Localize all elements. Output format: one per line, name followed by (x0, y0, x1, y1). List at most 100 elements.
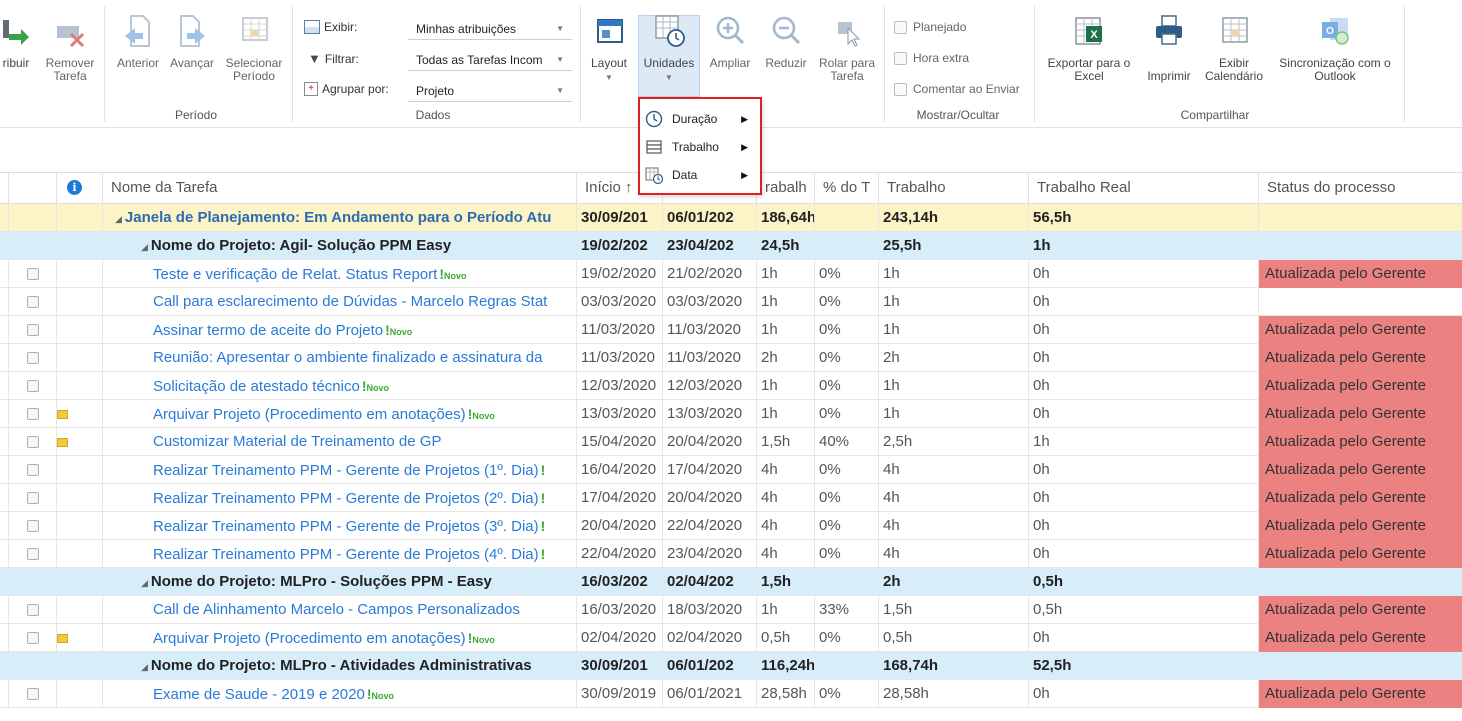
cell-percent (814, 232, 878, 260)
header-work-short[interactable]: rabalh (756, 173, 814, 205)
remove-task-icon (57, 26, 85, 48)
scroll-to-task-button[interactable]: Rolar para Tarefa (814, 12, 880, 83)
cell-actual-work: 0h (1028, 316, 1258, 344)
cell-percent: 0% (814, 512, 878, 540)
header-work[interactable]: Trabalho (878, 173, 1028, 205)
header-task-name[interactable]: Nome da Tarefa (102, 173, 576, 205)
row-checkbox[interactable] (27, 324, 39, 336)
row-checkbox[interactable] (27, 268, 39, 280)
header-process-status[interactable]: Status do processo (1258, 173, 1462, 205)
export-excel-button[interactable]: X Exportar para o Excel (1038, 12, 1140, 83)
cell-task-name[interactable]: Realizar Treinamento PPM - Gerente de Pr… (102, 540, 576, 568)
print-button[interactable]: Imprimir (1140, 12, 1198, 83)
header-actual-work[interactable]: Trabalho Real (1028, 173, 1258, 205)
units-button[interactable]: Unidades ▼ (638, 12, 700, 84)
row-checkbox[interactable] (27, 492, 39, 504)
table-row[interactable]: Assinar termo de aceite do Projeto !Novo 1… (0, 316, 1462, 344)
row-checkbox[interactable] (27, 520, 39, 532)
row-checkbox[interactable] (27, 464, 39, 476)
table-row[interactable]: Arquivar Projeto (Procedimento em anotaç… (0, 624, 1462, 652)
menu-item-duracao[interactable]: Duração ▶ (640, 105, 760, 133)
header-info[interactable]: i (56, 173, 102, 205)
header-select[interactable] (8, 173, 56, 205)
group-row[interactable]: ◢ Nome do Projeto: MLPro - Atividades Adm… (0, 652, 1462, 680)
row-checkbox[interactable] (27, 380, 39, 392)
table-row[interactable]: Realizar Treinamento PPM - Gerente de Pr… (0, 456, 1462, 484)
row-checkbox[interactable] (27, 548, 39, 560)
row-checkbox[interactable] (27, 436, 39, 448)
table-row[interactable]: Realizar Treinamento PPM - Gerente de Pr… (0, 540, 1462, 568)
cell-process-status (1258, 288, 1462, 316)
row-checkbox[interactable] (27, 604, 39, 616)
cell-task-name[interactable]: Call para esclarecimento de Dúvidas - Ma… (102, 288, 576, 316)
group-by-dropdown[interactable]: Projeto ▼ (408, 80, 572, 102)
table-row[interactable]: Teste e verificação de Relat. Status Rep… (0, 260, 1462, 288)
cell-task-name[interactable]: Arquivar Projeto (Procedimento em anotaç… (102, 624, 576, 652)
units-icon (655, 15, 685, 47)
zoom-in-button[interactable]: Ampliar (702, 12, 758, 70)
overtime-checkbox[interactable]: Hora extra (894, 51, 969, 65)
note-icon[interactable] (57, 438, 68, 447)
cell-start: 22/04/2020 (576, 540, 662, 568)
cell-info (56, 316, 102, 344)
group-row[interactable]: ◢ Nome do Projeto: MLPro - Soluções PPM -… (0, 568, 1462, 596)
show-dropdown[interactable]: Minhas atribuições ▼ (408, 18, 572, 40)
cell-task-name[interactable]: Exame de Saude - 2019 e 2020 !Novo (102, 680, 576, 708)
cell-task-name[interactable]: Arquivar Projeto (Procedimento em anotaç… (102, 400, 576, 428)
table-row[interactable]: Exame de Saude - 2019 e 2020 !Novo 30/09/2… (0, 680, 1462, 708)
group-row[interactable]: ◢ Janela de Planejamento: Em Andamento pa… (0, 204, 1462, 232)
cell-task-name[interactable]: Call de Alinhamento Marcelo - Campos Per… (102, 596, 576, 624)
table-row[interactable]: Arquivar Projeto (Procedimento em anotaç… (0, 400, 1462, 428)
table-row[interactable]: Reunião: Apresentar o ambiente finalizad… (0, 344, 1462, 372)
table-row[interactable]: Call de Alinhamento Marcelo - Campos Per… (0, 596, 1462, 624)
table-row[interactable]: Call para esclarecimento de Dúvidas - Ma… (0, 288, 1462, 316)
row-checkbox[interactable] (27, 352, 39, 364)
cell-task-name[interactable]: Realizar Treinamento PPM - Gerente de Pr… (102, 484, 576, 512)
cell-process-status: Atualizada pelo Gerente (1258, 400, 1462, 428)
remove-task-button[interactable]: Remover Tarefa (42, 12, 98, 83)
zoom-out-button[interactable]: Reduzir (760, 12, 812, 70)
menu-item-trabalho[interactable]: Trabalho ▶ (640, 133, 760, 161)
row-checkbox[interactable] (27, 296, 39, 308)
sync-outlook-button[interactable]: O Sincronização com o Outlook (1270, 12, 1400, 83)
row-checkbox[interactable] (27, 408, 39, 420)
cell-task-name[interactable]: Reunião: Apresentar o ambiente finalizad… (102, 344, 576, 372)
group-row[interactable]: ◢ Nome do Projeto: Agil- Solução PPM Easy… (0, 232, 1462, 260)
planned-checkbox[interactable]: Planejado (894, 20, 966, 34)
note-icon[interactable] (57, 410, 68, 419)
table-row[interactable]: Realizar Treinamento PPM - Gerente de Pr… (0, 484, 1462, 512)
row-checkbox[interactable] (27, 688, 39, 700)
table-row[interactable]: Customizar Material de Treinamento de GP… (0, 428, 1462, 456)
cell-percent: 0% (814, 288, 878, 316)
cell-task-name[interactable]: Realizar Treinamento PPM - Gerente de Pr… (102, 512, 576, 540)
collapse-triangle-icon[interactable]: ◢ (141, 242, 148, 252)
menu-item-data[interactable]: Data ▶ (640, 161, 760, 189)
cell-select (8, 680, 56, 708)
cell-process-status: Atualizada pelo Gerente (1258, 260, 1462, 288)
collapse-triangle-icon[interactable]: ◢ (115, 214, 122, 224)
show-calendar-button[interactable]: Exibir Calendário (1200, 12, 1268, 83)
collapse-triangle-icon[interactable]: ◢ (141, 578, 148, 588)
cell-percent (814, 568, 878, 596)
layout-button[interactable]: Layout ▼ (584, 12, 634, 84)
filter-dropdown[interactable]: Todas as Tarefas Incom ▼ (408, 49, 572, 71)
select-period-button[interactable]: Selecionar Período (220, 12, 288, 83)
cell-process-status (1258, 232, 1462, 260)
assign-button[interactable]: ribuir (0, 12, 36, 70)
cell-work: 243,14h (878, 204, 1028, 232)
previous-button[interactable]: Anterior (110, 12, 166, 70)
note-icon[interactable] (57, 634, 68, 643)
cell-task-name[interactable]: Assinar termo de aceite do Projeto !Novo (102, 316, 576, 344)
collapse-triangle-icon[interactable]: ◢ (141, 662, 148, 672)
header-percent[interactable]: % do T (814, 173, 878, 205)
forward-button[interactable]: Avançar (166, 12, 218, 70)
cell-task-name[interactable]: Solicitação de atestado técnico !Novo (102, 372, 576, 400)
cell-start: 13/03/2020 (576, 400, 662, 428)
cell-task-name[interactable]: Realizar Treinamento PPM - Gerente de Pr… (102, 456, 576, 484)
comment-on-send-checkbox[interactable]: Comentar ao Enviar (894, 82, 1020, 96)
table-row[interactable]: Solicitação de atestado técnico !Novo 12/0… (0, 372, 1462, 400)
cell-task-name[interactable]: Customizar Material de Treinamento de GP (102, 428, 576, 456)
row-checkbox[interactable] (27, 632, 39, 644)
table-row[interactable]: Realizar Treinamento PPM - Gerente de Pr… (0, 512, 1462, 540)
cell-task-name[interactable]: Teste e verificação de Relat. Status Rep… (102, 260, 576, 288)
